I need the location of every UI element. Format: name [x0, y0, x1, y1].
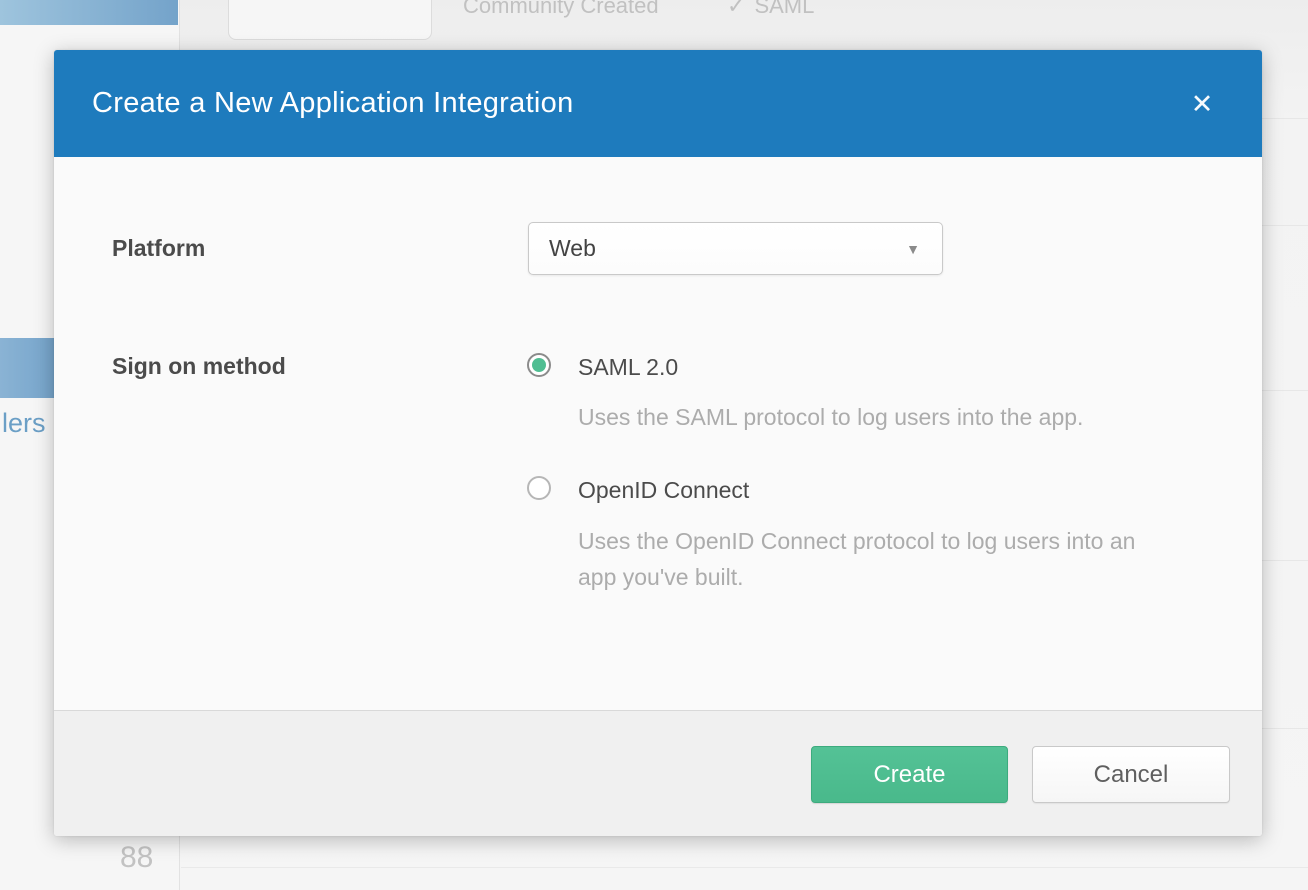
community-created-label: Community Created [463, 0, 659, 19]
radio-oidc[interactable] [527, 476, 551, 500]
table-bottom-divider [181, 867, 1308, 868]
radio-saml-label[interactable]: SAML 2.0 [578, 354, 678, 381]
sign-on-method-label: Sign on method [112, 353, 286, 380]
cancel-button[interactable]: Cancel [1032, 746, 1230, 803]
close-icon[interactable]: ✕ [1184, 86, 1220, 122]
modal-title: Create a New Application Integration [92, 87, 574, 120]
create-app-integration-modal: Create a New Application Integration ✕ P… [54, 50, 1262, 836]
saml-filter-label: ✓ SAML [727, 0, 814, 19]
modal-footer: Create Cancel [54, 710, 1262, 836]
radio-oidc-description: Uses the OpenID Connect protocol to log … [578, 523, 1178, 595]
radio-saml-description: Uses the SAML protocol to log users into… [578, 399, 1083, 435]
filter-button[interactable] [228, 0, 432, 40]
modal-header: Create a New Application Integration ✕ [54, 50, 1262, 157]
chevron-down-icon: ▼ [906, 241, 920, 257]
platform-selected-value: Web [549, 235, 596, 262]
create-button[interactable]: Create [811, 746, 1008, 803]
sidebar-link-partial[interactable]: lers [2, 408, 46, 439]
radio-oidc-label[interactable]: OpenID Connect [578, 477, 749, 504]
saml-filter-text: SAML [754, 0, 814, 18]
platform-label: Platform [112, 235, 205, 262]
platform-select[interactable]: Web ▼ [528, 222, 943, 275]
row-count-label: 88 [120, 841, 153, 875]
sidebar-selected-item-top [0, 0, 178, 25]
radio-selected-dot [532, 358, 546, 372]
check-icon: ✓ [727, 0, 745, 18]
radio-saml[interactable] [527, 353, 551, 377]
sidebar-selected-item[interactable] [0, 338, 60, 398]
